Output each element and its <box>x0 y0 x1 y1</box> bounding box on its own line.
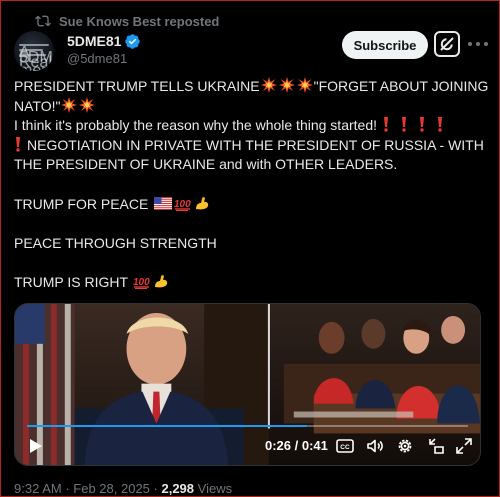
tweet-text-segment: "FORGET ABOUT JOINING <box>313 78 489 94</box>
video-controls: 0:26 / 0:41 CC <box>15 427 480 465</box>
tweet-text-segment: TRUMP IS RIGHT <box>14 273 128 290</box>
red-exclamation-icon <box>418 116 426 132</box>
red-exclamation-icon <box>436 116 444 132</box>
grok-icon[interactable] <box>434 31 460 57</box>
more-dot <box>484 42 488 46</box>
tweet-line: PEACE THROUGH STRENGTH <box>14 234 217 251</box>
collision-emoji-icon <box>278 77 295 93</box>
flexed-biceps-emoji-icon <box>153 273 169 289</box>
collision-emoji-icon <box>260 77 277 93</box>
author-name[interactable]: 5DME81 <box>67 33 121 49</box>
tweet-text: PRESIDENT TRUMP TELLS UKRAINE "FORGET ABO… <box>14 77 488 293</box>
tweet-line: I think it's probably the reason why the… <box>14 116 484 136</box>
tweet-text-segment: TRUMP FOR PEACE <box>14 195 149 212</box>
settings-icon[interactable] <box>395 436 415 456</box>
repost-label: Sue Knows Best reposted <box>59 13 220 29</box>
more-icon[interactable] <box>468 37 488 51</box>
red-exclamation-icon <box>14 136 22 152</box>
tweet-line: TRUMP IS RIGHT 100 <box>14 273 484 293</box>
tweet-text-segment: NEGOTIATION IN PRIVATE WITH THE PRESIDEN… <box>27 136 484 153</box>
collision-emoji-icon <box>79 96 96 113</box>
volume-icon[interactable] <box>365 436 385 456</box>
tweet-text-segment: I think it's probably the reason why the… <box>14 117 377 134</box>
flexed-biceps-emoji-icon <box>194 195 210 211</box>
tweet-line: PRESIDENT TRUMP TELLS UKRAINE "FORGET ABO… <box>14 77 488 97</box>
views-count: 2,298 <box>161 481 195 496</box>
captions-icon[interactable]: CC <box>335 436 355 456</box>
tweet-line: NEGOTIATION IN PRIVATE WITH THE PRESIDEN… <box>14 136 484 156</box>
collision-emoji-icon <box>296 77 313 93</box>
tweet-card: Sue Knows Best reposted A member of the … <box>0 0 500 497</box>
avatar-text-line: A member of the <box>19 44 54 71</box>
video-player[interactable]: 0:26 / 0:41 CC <box>14 303 481 466</box>
author-name-row[interactable]: 5DME81 <box>67 32 141 50</box>
views-label: Views <box>197 481 233 496</box>
more-dot <box>476 42 480 46</box>
repost-header[interactable]: Sue Knows Best reposted <box>35 13 219 29</box>
tweet-text-segment: NATO!" <box>14 97 61 114</box>
collision-emoji-icon <box>61 96 78 113</box>
minimize-icon[interactable] <box>426 436 446 456</box>
avatar-text-line: 5DME81 team <box>19 49 54 71</box>
subscribe-button[interactable]: Subscribe <box>342 31 428 59</box>
repost-icon <box>35 13 51 29</box>
verified-badge-icon <box>124 33 141 50</box>
hundred-points-emoji-icon: 100 <box>133 275 151 289</box>
hundred-points-emoji-icon: 100 <box>174 197 192 211</box>
play-icon[interactable] <box>25 436 45 456</box>
author-handle[interactable]: @5dme81 <box>67 51 127 67</box>
red-exclamation-icon <box>382 116 390 132</box>
captions-label: CC <box>340 444 350 451</box>
tweet-text-segment: PRESIDENT TRUMP TELLS UKRAINE <box>14 78 260 94</box>
video-time: 0:26 / 0:41 <box>265 438 328 453</box>
avatar[interactable]: A member of the 5DME81 team Real Truth S… <box>14 31 54 71</box>
us-flag-emoji-icon <box>154 196 173 210</box>
tweet-line: TRUMP FOR PEACE 100 <box>14 195 484 215</box>
tweet-time[interactable]: 9:32 AM <box>14 481 62 496</box>
tweet-meta: 9:32 AM · Feb 28, 2025 · 2,298 Views <box>14 481 232 497</box>
tweet-line: NATO!" <box>14 96 484 117</box>
fullscreen-icon[interactable] <box>454 436 474 456</box>
avatar-text-line: Real Truth Seekers <box>19 54 52 71</box>
red-exclamation-icon <box>400 116 408 132</box>
tweet-date[interactable]: Feb 28, 2025 <box>73 481 150 496</box>
more-dot <box>468 42 472 46</box>
tweet-line: THE PRESIDENT OF UKRAINE and with OTHER … <box>14 156 398 173</box>
